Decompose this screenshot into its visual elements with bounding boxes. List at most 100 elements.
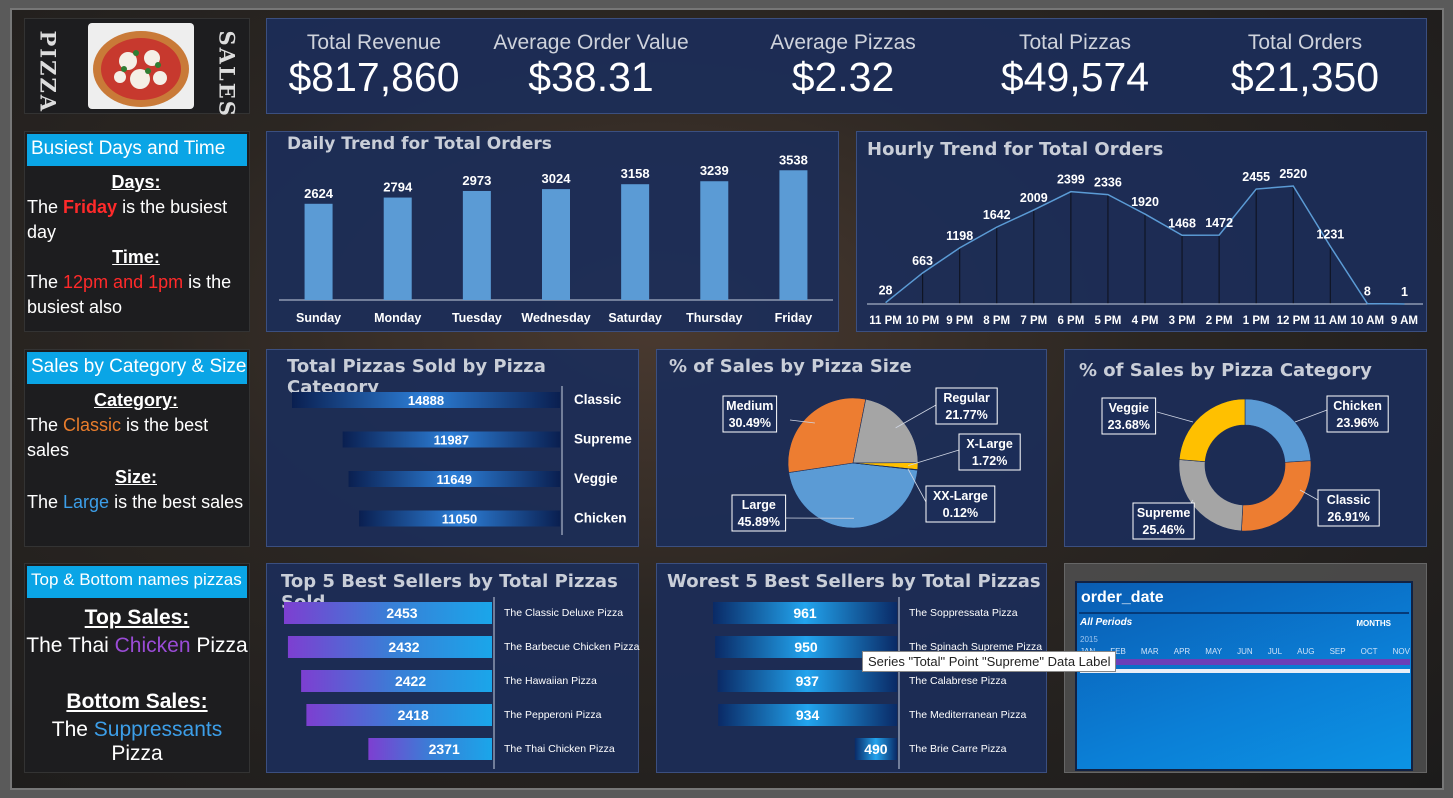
hourly-data-label: 2336 <box>1094 176 1122 190</box>
size-data-label: Regular <box>943 391 990 405</box>
kpi-total-pizzas: Total Pizzas $49,574 <box>975 31 1175 99</box>
kpi-label: Total Pizzas <box>1018 31 1132 54</box>
daily-category-label: Saturday <box>608 311 662 325</box>
hourly-data-label: 1920 <box>1131 195 1159 209</box>
daily-bar <box>462 190 491 300</box>
hourly-trend-chart[interactable]: 2811 PM66310 PM11989 PM16428 PM20097 PM2… <box>857 132 1428 333</box>
brand-right-word: SALES <box>214 30 240 118</box>
worst5-name-label: The Mediterranean Pizza <box>909 709 1026 721</box>
busiest-title: Busiest Days and Time <box>27 134 247 166</box>
hourly-data-label: 2009 <box>1020 191 1048 205</box>
pcat-panel: % of Sales by Pizza Category Chicken 23.9… <box>1064 349 1427 547</box>
kpi-label: Total Orders <box>1247 31 1363 54</box>
category-label: Supreme <box>574 432 632 447</box>
slicer-month-label[interactable]: NOV <box>1393 647 1410 656</box>
kpi-total-orders: Total Orders $21,350 <box>1205 31 1405 99</box>
size-data-label: Medium <box>726 399 773 413</box>
kpi-total-revenue: Total Revenue $817,860 <box>267 31 481 99</box>
daily-category-label: Thursday <box>686 311 742 325</box>
category-label: Classic <box>574 392 622 407</box>
top5-data-label: 2453 <box>386 605 417 621</box>
kpi-value: $2.32 <box>791 54 895 100</box>
hourly-category-label: 9 AM <box>1391 315 1418 327</box>
hourly-category-label: 7 PM <box>1020 315 1047 327</box>
kpi-value: $21,350 <box>1230 54 1380 100</box>
hourly-data-label: 2520 <box>1279 167 1307 181</box>
pcat-slice <box>1244 398 1312 463</box>
slicer-month-label[interactable]: SEP <box>1330 647 1346 656</box>
time-text: The 12pm and 1pm is the busiest also <box>27 272 232 317</box>
topbottom-card: Top & Bottom names pizzas Top Sales: The… <box>24 563 250 773</box>
slicer-year: 2015 <box>1080 635 1098 644</box>
hourly-data-label: 1 <box>1401 285 1408 299</box>
kpi-average-pizzas: Average Pizzas $2.32 <box>743 31 943 99</box>
slicer-unit-dropdown[interactable]: MONTHS <box>1356 619 1391 628</box>
slicer-title: order_date <box>1081 589 1164 606</box>
category-donut-chart[interactable]: Chicken 23.96% Classic 26.91% Supreme 25.46% V… <box>1065 350 1428 548</box>
busiest-body: Days: The Friday is the busiest day Time… <box>27 170 245 320</box>
bottom-sales-text: The Suppressants Pizza <box>51 718 223 765</box>
brand-block: PIZZA SALES <box>24 18 250 118</box>
slicer-month-label[interactable]: AUG <box>1297 647 1314 656</box>
size-leader-line <box>895 404 937 429</box>
worst5-data-label: 934 <box>796 707 820 723</box>
top5-name-label: The Barbecue Chicken Pizza <box>504 641 640 653</box>
daily-category-label: Tuesday <box>452 311 502 325</box>
hourly-category-label: 1 PM <box>1243 315 1270 327</box>
hourly-data-label: 8 <box>1364 285 1371 299</box>
kpi-bar: Total Revenue $817,860 Average Order Val… <box>266 18 1427 114</box>
category-data-label: 11050 <box>442 512 477 527</box>
top5-name-label: The Classic Deluxe Pizza <box>504 607 623 619</box>
kpi-average-order-value: Average Order Value $38.31 <box>491 31 691 99</box>
worst5-data-label: 490 <box>864 741 888 757</box>
size-data-label: Large <box>742 498 776 512</box>
hourly-data-label: 1468 <box>1168 216 1196 230</box>
hourly-data-label: 1472 <box>1205 216 1233 230</box>
top5-chart[interactable]: 2453 The Classic Deluxe Pizza 2432 The Barb… <box>267 564 640 774</box>
worst5-name-label: The Soppressata Pizza <box>909 607 1018 619</box>
category-chart[interactable]: 14888 Classic 11987 Supreme 11649 Veggie 11050… <box>267 350 640 548</box>
slicer-month-label[interactable]: JUL <box>1268 647 1282 656</box>
daily-data-label: 2624 <box>304 186 334 201</box>
slicer-divider <box>1079 612 1409 614</box>
slicer-month-label[interactable]: APR <box>1174 647 1190 656</box>
pizza-image <box>88 23 194 109</box>
daily-bar <box>542 189 570 300</box>
daily-data-label: 3024 <box>542 171 572 186</box>
slicer-month-label[interactable]: OCT <box>1361 647 1378 656</box>
hourly-category-label: 3 PM <box>1169 315 1196 327</box>
catsize-card: Sales by Category & Size Category: The C… <box>24 349 250 547</box>
hourly-category-label: 11 AM <box>1314 315 1347 327</box>
slicer-month-label[interactable]: JUN <box>1237 647 1253 656</box>
slicer-timeline-bar[interactable] <box>1080 659 1410 665</box>
size-pie-chart[interactable]: Large 45.89% Medium 30.49% Regular 21.77% X-La… <box>657 350 1048 548</box>
slicer-month-label[interactable]: MAR <box>1141 647 1159 656</box>
pcat-data-label: 23.96% <box>1336 416 1378 430</box>
order-date-slicer[interactable]: order_date All Periods MONTHS 2015 JANFE… <box>1075 581 1413 771</box>
daily-data-label: 3158 <box>621 166 650 181</box>
daily-trend-panel: Daily Trend for Total Orders 2624 Sunday 2… <box>266 131 839 332</box>
daily-data-label: 3538 <box>779 152 808 167</box>
daily-trend-chart[interactable]: 2624 Sunday 2794 Monday 2973 Tuesday 3024 Wedne… <box>267 132 840 333</box>
category-text: The Classic is the best sales <box>27 415 209 460</box>
daily-data-label: 2794 <box>383 180 413 195</box>
bottom-sales-label: Bottom Sales: <box>66 690 208 713</box>
hourly-data-label: 663 <box>912 254 933 268</box>
pcat-data-label: Supreme <box>1137 506 1191 520</box>
kpi-value: $817,860 <box>288 54 460 100</box>
size-data-label: X-Large <box>966 437 1013 451</box>
topbottom-title: Top & Bottom names pizzas <box>27 566 247 598</box>
kpi-label: Average Order Value <box>493 31 689 54</box>
hourly-category-label: 2 PM <box>1206 315 1233 327</box>
daily-category-label: Friday <box>775 311 813 325</box>
hourly-data-label: 1198 <box>946 229 973 243</box>
pcat-data-label: 26.91% <box>1327 510 1369 524</box>
daily-bar <box>304 203 333 300</box>
slicer-month-label[interactable]: MAY <box>1205 647 1222 656</box>
slicer-scrollbar[interactable] <box>1080 669 1410 673</box>
chart-tooltip: Series "Total" Point "Supreme" Data Labe… <box>862 651 1117 672</box>
top5-data-label: 2418 <box>398 707 429 723</box>
days-label: Days: <box>111 172 161 192</box>
size-data-label: 0.12% <box>943 506 978 520</box>
pcat-data-label: Chicken <box>1333 399 1382 413</box>
